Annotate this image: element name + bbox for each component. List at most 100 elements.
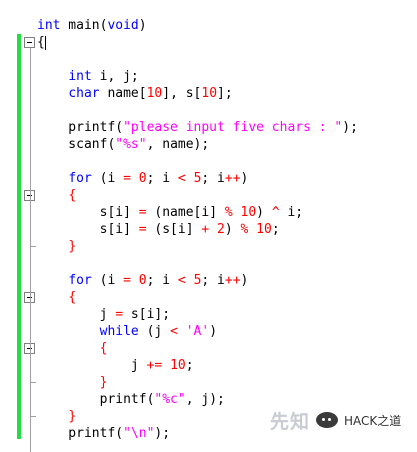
- code-token: %: [224, 205, 233, 220]
- code-line[interactable]: while (j < 'A'): [37, 323, 217, 340]
- code-token: ): [240, 171, 249, 186]
- code-line[interactable]: int i, j;: [37, 68, 139, 85]
- code-token: ++: [224, 171, 241, 186]
- code-token: <: [177, 171, 186, 186]
- code-token: =: [138, 222, 147, 237]
- code-token: ): [240, 273, 249, 288]
- code-token: s[i]: [37, 205, 139, 220]
- code-line[interactable]: s[i] = (name[i] % 10) ^ i;: [37, 204, 304, 221]
- code-line[interactable]: printf("\n");: [37, 425, 170, 442]
- code-token: ; i: [146, 273, 178, 288]
- code-token: ^: [271, 205, 280, 220]
- watermark: 先知 HACK之道: [270, 405, 415, 435]
- code-token: "%c": [154, 392, 186, 407]
- code-line[interactable]: j = s[i];: [37, 306, 170, 323]
- code-token: 10: [256, 222, 272, 237]
- code-token: ): [209, 324, 218, 339]
- code-token: 'A': [185, 324, 210, 339]
- code-editor[interactable]: int main(void){ int i, j; char name[10],…: [0, 0, 417, 452]
- code-line[interactable]: char name[10], s[10];: [37, 85, 233, 102]
- code-token: 0: [138, 171, 147, 186]
- code-token: }: [68, 409, 77, 424]
- code-token: 10: [146, 86, 163, 101]
- code-token: for: [68, 171, 92, 186]
- code-token: ): [138, 18, 147, 33]
- code-token: <: [177, 273, 186, 288]
- code-token: char: [68, 86, 100, 101]
- code-token: printf(: [37, 120, 124, 135]
- code-token: 2: [217, 222, 225, 237]
- code-token: }: [68, 239, 77, 254]
- wechat-icon: [316, 412, 339, 428]
- code-token: while: [99, 324, 139, 339]
- code-token: for: [68, 273, 92, 288]
- code-line[interactable]: j += 10;: [37, 357, 194, 374]
- code-token: 10: [201, 86, 218, 101]
- code-token: ): [256, 205, 272, 220]
- text-cursor: [45, 36, 46, 50]
- code-token: (name[i]: [146, 205, 225, 220]
- code-line[interactable]: for (i = 0; i < 5; i++): [37, 170, 248, 187]
- code-token: int: [68, 69, 92, 84]
- code-token: =: [123, 273, 131, 288]
- code-line[interactable]: printf("please input five chars : ");: [37, 119, 358, 136]
- code-line[interactable]: }: [37, 238, 76, 255]
- code-line[interactable]: for (i = 0; i < 5; i++): [37, 272, 248, 289]
- code-token: printf(: [37, 392, 155, 407]
- code-line[interactable]: {: [37, 289, 76, 306]
- code-line[interactable]: {: [37, 340, 108, 357]
- code-token: +=: [146, 358, 163, 373]
- code-token: (s[i]: [146, 222, 202, 237]
- code-token: ): [224, 222, 241, 237]
- code-token: ; i: [201, 273, 225, 288]
- code-token: ++: [224, 273, 241, 288]
- code-token: (j: [138, 324, 171, 339]
- code-line[interactable]: {: [37, 187, 76, 204]
- code-token: name[: [99, 86, 147, 101]
- code-line[interactable]: scanf("%s", name);: [37, 136, 209, 153]
- watermark-account: HACK之道: [344, 413, 402, 428]
- fold-end-tick: [30, 416, 36, 417]
- code-line[interactable]: s[i] = (s[i] + 2) % 10;: [37, 221, 280, 238]
- code-token: 10: [240, 205, 257, 220]
- code-line[interactable]: int main(void): [37, 17, 147, 34]
- code-line[interactable]: {: [37, 34, 45, 51]
- code-token: void: [107, 18, 139, 33]
- code-token: 0: [138, 273, 147, 288]
- code-token: );: [342, 120, 358, 135]
- code-line[interactable]: }: [37, 374, 108, 391]
- code-token: , j);: [185, 392, 225, 407]
- fold-collapse-icon[interactable]: [24, 37, 35, 48]
- code-token: i;: [279, 205, 304, 220]
- code-token: ; i: [146, 171, 178, 186]
- code-line[interactable]: printf("%c", j);: [37, 391, 225, 408]
- code-token: s[i];: [123, 307, 171, 322]
- code-token: (i: [91, 171, 124, 186]
- code-token: ];: [217, 86, 233, 101]
- code-token: i, j;: [91, 69, 139, 84]
- code-token: }: [99, 375, 108, 390]
- code-token: int: [37, 18, 61, 33]
- code-token: ], s[: [162, 86, 202, 101]
- code-token: {: [68, 188, 77, 203]
- code-token: s[i]: [37, 222, 139, 237]
- fold-end-tick: [30, 382, 36, 383]
- fold-end-tick: [30, 246, 36, 247]
- code-line[interactable]: }: [37, 408, 76, 425]
- code-token: 10: [170, 358, 186, 373]
